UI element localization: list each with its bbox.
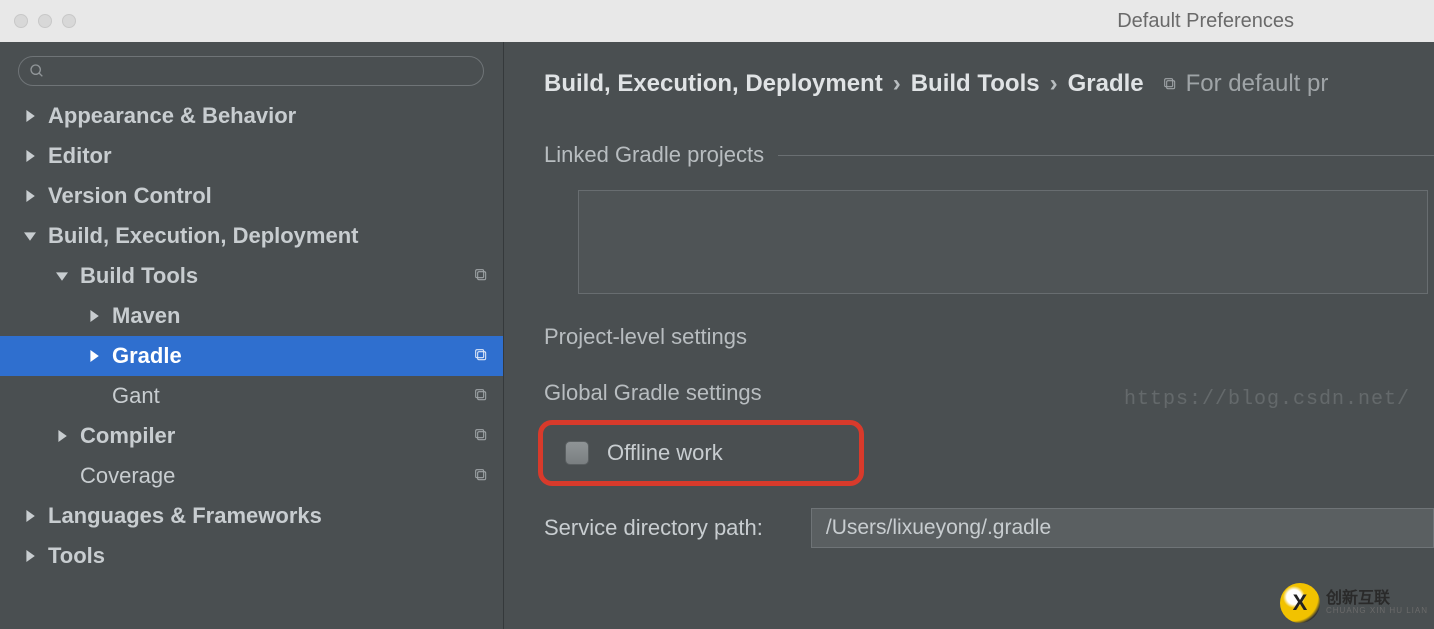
- logo-subtext: CHUANG XIN HU LIAN: [1326, 607, 1428, 615]
- tree-label: Editor: [48, 136, 112, 176]
- window-title: Default Preferences: [1117, 10, 1294, 33]
- watermark-text: https://blog.csdn.net/: [1124, 388, 1410, 411]
- project-scope-icon: [473, 416, 489, 456]
- publisher-logo: X 创新互联 CHUANG XIN HU LIAN: [1280, 583, 1428, 623]
- chevron-right-icon: [22, 510, 38, 522]
- project-scope-icon: [473, 336, 489, 376]
- project-scope-icon: [473, 376, 489, 416]
- chevron-right-icon: ›: [1050, 70, 1058, 98]
- section-title: Linked Gradle projects: [544, 142, 764, 168]
- tree-item-tools[interactable]: Tools: [0, 536, 503, 576]
- breadcrumb-segment[interactable]: Build, Execution, Deployment: [544, 70, 883, 98]
- tree-label: Compiler: [80, 416, 175, 456]
- tree-label: Maven: [112, 296, 180, 336]
- tree-item-gant[interactable]: Gant: [0, 376, 503, 416]
- tree-label: Gant: [112, 376, 160, 416]
- tree-item-compiler[interactable]: Compiler: [0, 416, 503, 456]
- chevron-down-icon: [22, 230, 38, 242]
- logo-text: 创新互联: [1326, 591, 1428, 607]
- chevron-down-icon: [54, 270, 70, 282]
- chevron-right-icon: [22, 190, 38, 202]
- chevron-right-icon: [86, 350, 102, 362]
- chevron-right-icon: [22, 150, 38, 162]
- tree-label: Build Tools: [80, 256, 198, 296]
- close-window-icon[interactable]: [14, 14, 28, 28]
- window-titlebar: Default Preferences: [0, 0, 1434, 42]
- tree-label: Coverage: [80, 456, 175, 496]
- project-scope-icon: [473, 256, 489, 296]
- section-linked-gradle-projects: Linked Gradle projects: [544, 142, 1434, 168]
- tree-label: Appearance & Behavior: [48, 96, 296, 136]
- tree-label: Languages & Frameworks: [48, 496, 322, 536]
- tree-item-build-execution-deployment[interactable]: Build, Execution, Deployment: [0, 216, 503, 256]
- tree-label: Gradle: [112, 336, 182, 376]
- tree-label: Tools: [48, 536, 105, 576]
- preferences-sidebar: Appearance & Behavior Editor Version Con…: [0, 42, 504, 629]
- tree-label: Version Control: [48, 176, 212, 216]
- tree-item-maven[interactable]: Maven: [0, 296, 503, 336]
- chevron-right-icon: [54, 430, 70, 442]
- chevron-right-icon: [22, 110, 38, 122]
- tree-label: Build, Execution, Deployment: [48, 216, 358, 256]
- search-input[interactable]: [18, 56, 484, 86]
- scope-text: For default pr: [1186, 70, 1329, 98]
- divider: [778, 155, 1434, 156]
- tree-item-gradle[interactable]: Gradle: [0, 336, 503, 376]
- search-icon: [29, 63, 45, 79]
- section-title: Global Gradle settings: [544, 380, 762, 405]
- service-directory-row: Service directory path:: [544, 508, 1434, 548]
- offline-work-checkbox[interactable]: [565, 441, 589, 465]
- section-project-level-settings: Project-level settings: [544, 324, 1434, 350]
- tree-item-coverage[interactable]: Coverage: [0, 456, 503, 496]
- service-directory-label: Service directory path:: [544, 515, 763, 541]
- scope-indicator: For default pr: [1162, 70, 1329, 98]
- offline-work-label: Offline work: [607, 440, 723, 466]
- zoom-window-icon[interactable]: [62, 14, 76, 28]
- chevron-right-icon: [86, 310, 102, 322]
- settings-detail-pane: Build, Execution, Deployment › Build Too…: [504, 42, 1434, 629]
- minimize-window-icon[interactable]: [38, 14, 52, 28]
- settings-tree: Appearance & Behavior Editor Version Con…: [0, 96, 503, 576]
- section-title: Project-level settings: [544, 324, 747, 349]
- breadcrumb-segment[interactable]: Build Tools: [911, 70, 1040, 98]
- window-controls[interactable]: [0, 14, 76, 28]
- breadcrumb-segment: Gradle: [1068, 70, 1144, 98]
- project-scope-icon: [1162, 76, 1178, 92]
- service-directory-input[interactable]: [811, 508, 1434, 548]
- project-scope-icon: [473, 456, 489, 496]
- search-field[interactable]: [45, 62, 473, 80]
- offline-work-highlight: Offline work: [538, 420, 864, 486]
- linked-projects-list[interactable]: [578, 190, 1428, 294]
- tree-item-languages-frameworks[interactable]: Languages & Frameworks: [0, 496, 503, 536]
- tree-item-appearance[interactable]: Appearance & Behavior: [0, 96, 503, 136]
- logo-icon: X: [1280, 583, 1320, 623]
- chevron-right-icon: [22, 550, 38, 562]
- breadcrumb: Build, Execution, Deployment › Build Too…: [544, 70, 1434, 98]
- tree-item-editor[interactable]: Editor: [0, 136, 503, 176]
- tree-item-build-tools[interactable]: Build Tools: [0, 256, 503, 296]
- chevron-right-icon: ›: [893, 70, 901, 98]
- tree-item-version-control[interactable]: Version Control: [0, 176, 503, 216]
